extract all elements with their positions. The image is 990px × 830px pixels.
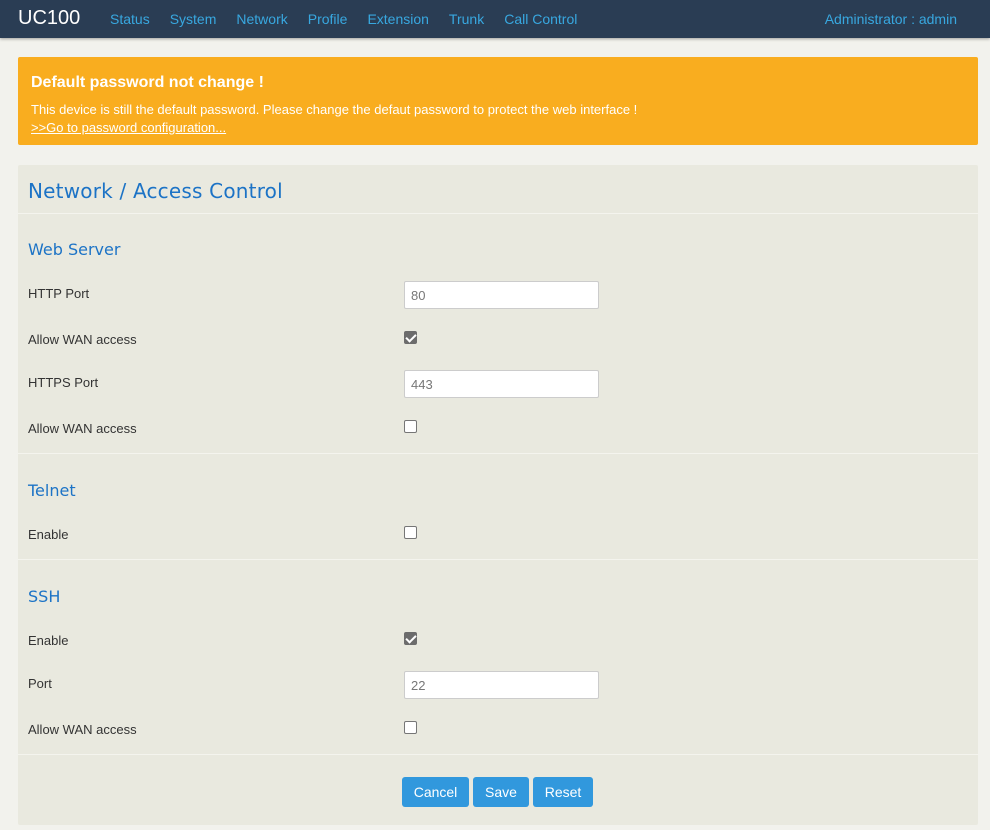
user-menu[interactable]: Administrator : admin <box>825 11 957 27</box>
https-port-label: HTTPS Port <box>28 375 99 390</box>
telnet-enable-label: Enable <box>28 527 69 542</box>
save-button[interactable]: Save <box>473 777 529 807</box>
section-web-server: Web Server <box>28 240 121 259</box>
nav-trunk[interactable]: Trunk <box>439 11 494 27</box>
ssh-port-label: Port <box>28 676 52 691</box>
nav-network[interactable]: Network <box>226 11 297 27</box>
ssh-enable-label: Enable <box>28 633 69 648</box>
page-title: Network / Access Control <box>28 179 283 203</box>
nav-status[interactable]: Status <box>100 11 160 27</box>
nav-call-control[interactable]: Call Control <box>494 11 587 27</box>
password-config-link[interactable]: >>Go to password configuration... <box>31 120 226 135</box>
http-wan-label: Allow WAN access <box>28 332 137 347</box>
cancel-button[interactable]: Cancel <box>402 777 469 807</box>
http-port-label: HTTP Port <box>28 286 90 301</box>
brand-logo[interactable]: UC100 <box>18 6 80 30</box>
https-wan-checkbox[interactable] <box>404 420 417 433</box>
reset-button[interactable]: Reset <box>533 777 593 807</box>
ssh-port-input[interactable] <box>404 671 599 699</box>
https-wan-label: Allow WAN access <box>28 421 137 436</box>
divider <box>18 213 978 214</box>
section-telnet: Telnet <box>28 481 76 500</box>
divider <box>18 453 978 454</box>
http-port-input[interactable] <box>404 281 599 309</box>
nav-system[interactable]: System <box>160 11 227 27</box>
warning-banner: Default password not change ! This devic… <box>18 57 978 145</box>
access-control-panel: Network / Access Control Web Server HTTP… <box>18 165 978 825</box>
telnet-enable-checkbox[interactable] <box>404 526 417 539</box>
top-navbar: UC100 Status System Network Profile Extensio… <box>0 0 990 38</box>
ssh-enable-checkbox[interactable] <box>404 632 417 645</box>
https-port-input[interactable] <box>404 370 599 398</box>
nav-extension[interactable]: Extension <box>357 11 438 27</box>
http-wan-checkbox[interactable] <box>404 331 417 344</box>
main-nav: Status System Network Profile Extension Trunk… <box>100 11 587 27</box>
banner-message: This device is still the default passwor… <box>31 102 638 117</box>
divider <box>18 559 978 560</box>
banner-title: Default password not change ! <box>31 74 264 91</box>
divider <box>18 754 978 755</box>
ssh-wan-label: Allow WAN access <box>28 722 137 737</box>
section-ssh: SSH <box>28 587 61 606</box>
nav-profile[interactable]: Profile <box>298 11 358 27</box>
ssh-wan-checkbox[interactable] <box>404 721 417 734</box>
